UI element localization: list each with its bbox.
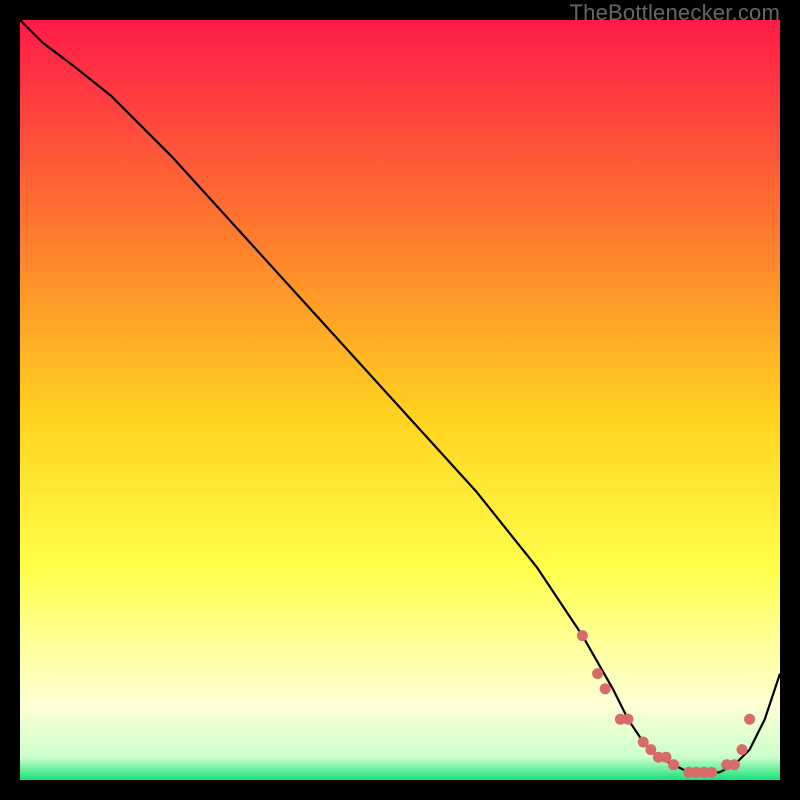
chart-stage: TheBottlenecker.com [0, 0, 800, 800]
plot-area [20, 20, 780, 780]
sample-dot [577, 630, 588, 641]
sample-dot [706, 767, 717, 778]
chart-svg [20, 20, 780, 780]
gradient-background [20, 20, 780, 780]
sample-dot [668, 759, 679, 770]
sample-dot [737, 744, 748, 755]
sample-dot [623, 714, 634, 725]
sample-dot [592, 668, 603, 679]
sample-dot [729, 759, 740, 770]
sample-dot [744, 714, 755, 725]
sample-dot [600, 683, 611, 694]
